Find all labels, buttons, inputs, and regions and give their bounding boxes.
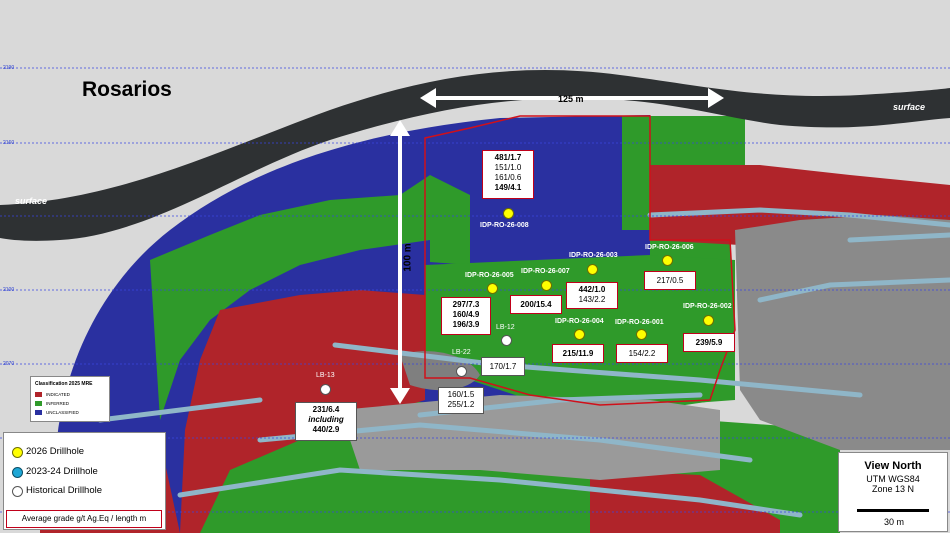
intercept-value: 161/0.6 — [494, 173, 522, 182]
drillhole-marker — [636, 329, 647, 340]
intercept-value: 149/4.1 — [494, 183, 522, 192]
drillhole-marker — [703, 315, 714, 326]
drillhole-label: LB-13 — [316, 372, 335, 379]
classification-legend: Classification 2025 MRE INDICATED INFERR… — [30, 376, 110, 422]
intercept-box: 160/1.5 255/1.2 — [438, 387, 484, 414]
intercept-box: 231/6.4 including 440/2.9 — [295, 402, 357, 441]
classification-legend-title: Classification 2025 MRE — [35, 381, 93, 387]
classification-legend-item: INFERRED — [35, 400, 69, 406]
view-zone: Zone 13 N — [871, 484, 915, 494]
historical-drillhole-marker — [320, 384, 331, 395]
intercept-box: 297/7.3 160/4.9 196/3.9 — [441, 297, 491, 335]
indicated-swatch — [35, 391, 42, 397]
drillhole-label: IDP-RO-26-008 — [480, 222, 529, 229]
elevation-label: 2160 — [3, 140, 15, 146]
drillhole-label: LB-22 — [452, 349, 471, 356]
drillhole-label: IDP-RO-26-004 — [555, 318, 604, 325]
intercept-value: 200/15.4 — [520, 300, 552, 309]
intercept-value: 196/3.9 — [452, 320, 480, 329]
intercept-value: 255/1.2 — [447, 400, 475, 409]
cross-section-map: 2190 2160 2100 2070 Rosarios surface sur… — [0, 0, 950, 533]
scale-label: 30 m — [883, 517, 904, 527]
intercept-box: 481/1.7 151/1.0 161/0.6 149/4.1 — [482, 150, 534, 199]
historical-drillhole-marker — [501, 335, 512, 346]
legend-label: 2023-24 Drillhole — [26, 466, 98, 477]
elevation-label: 2070 — [3, 361, 15, 367]
intercept-value: including — [308, 415, 344, 424]
cyan-dot-icon — [12, 467, 23, 478]
white-dot-icon — [12, 486, 23, 497]
intercept-value: 231/6.4 — [312, 405, 340, 414]
drillhole-label: IDP-RO-26-002 — [683, 303, 732, 310]
intercept-value: 170/1.7 — [489, 362, 517, 371]
inferred-swatch — [35, 400, 42, 406]
intercept-value: 151/1.0 — [494, 163, 522, 172]
intercept-box: 200/15.4 — [510, 295, 562, 314]
drillhole-label: IDP-RO-26-007 — [521, 268, 570, 275]
historical-drillhole-marker — [456, 366, 467, 377]
drillhole-marker — [487, 283, 498, 294]
drillhole-marker — [503, 208, 514, 219]
intercept-value: 160/4.9 — [452, 310, 480, 319]
elevation-label: 2100 — [3, 287, 15, 293]
void-zone-lower — [340, 395, 720, 480]
intercept-value: 215/11.9 — [562, 349, 594, 358]
drillhole-label: IDP-RO-26-006 — [645, 244, 694, 251]
intercept-box: 215/11.9 — [552, 344, 604, 363]
intercept-value: 297/7.3 — [452, 300, 480, 309]
legend-label: Historical Drillhole — [26, 485, 103, 496]
classification-legend-label: INFERRED — [46, 400, 70, 406]
intercept-value: 481/1.7 — [494, 153, 522, 162]
intercept-value: 154/2.2 — [628, 349, 656, 358]
surface-label-left: surface — [15, 196, 48, 206]
unclassified-swatch — [35, 409, 42, 415]
yellow-dot-icon — [12, 447, 23, 458]
view-orientation-box: View North UTM WGS84 Zone 13 N 30 m — [838, 452, 948, 532]
drillhole-label: IDP-RO-26-003 — [569, 252, 618, 259]
intercept-value: 143/2.2 — [578, 295, 606, 304]
intercept-value: 239/5.9 — [695, 338, 723, 347]
view-direction: View North — [864, 460, 922, 472]
intercept-box: 170/1.7 — [481, 357, 525, 376]
intercept-value: 440/2.9 — [312, 425, 340, 434]
void-zone-right — [735, 215, 950, 450]
map-title: Rosarios — [82, 78, 172, 101]
intercept-box: 217/0.5 — [644, 271, 696, 290]
intercept-box: 239/5.9 — [683, 333, 735, 352]
intercept-value: 217/0.5 — [656, 276, 684, 285]
view-datum: UTM WGS84 — [866, 474, 920, 484]
legend-label: 2026 Drillhole — [26, 446, 85, 457]
drillhole-marker — [587, 264, 598, 275]
intercept-value: 442/1.0 — [578, 285, 606, 294]
intercept-value: 160/1.5 — [447, 390, 475, 399]
drillhole-label: IDP-RO-26-005 — [465, 272, 514, 279]
height-dimension-label: 100 m — [402, 243, 414, 272]
drillhole-label: IDP-RO-26-001 — [615, 319, 664, 326]
intercept-box: 154/2.2 — [616, 344, 668, 363]
classification-legend-item: UNCLASSIFIED — [35, 409, 79, 415]
drillhole-label: LB-12 — [496, 324, 515, 331]
intercept-box: 442/1.0 143/2.2 — [566, 282, 618, 309]
drillhole-marker — [541, 280, 552, 291]
drillhole-marker — [662, 255, 673, 266]
scale-bar — [857, 509, 929, 512]
width-dimension-label: 125 m — [558, 94, 584, 104]
elevation-label: 2190 — [3, 65, 15, 71]
classification-legend-label: UNCLASSIFIED — [46, 409, 79, 415]
drillhole-marker — [574, 329, 585, 340]
classification-legend-item: INDICATED — [35, 391, 70, 397]
surface-label-right: surface — [893, 102, 926, 112]
classification-legend-label: INDICATED — [46, 391, 70, 397]
grade-note: Average grade g/t Ag.Eq / length m — [6, 510, 162, 528]
